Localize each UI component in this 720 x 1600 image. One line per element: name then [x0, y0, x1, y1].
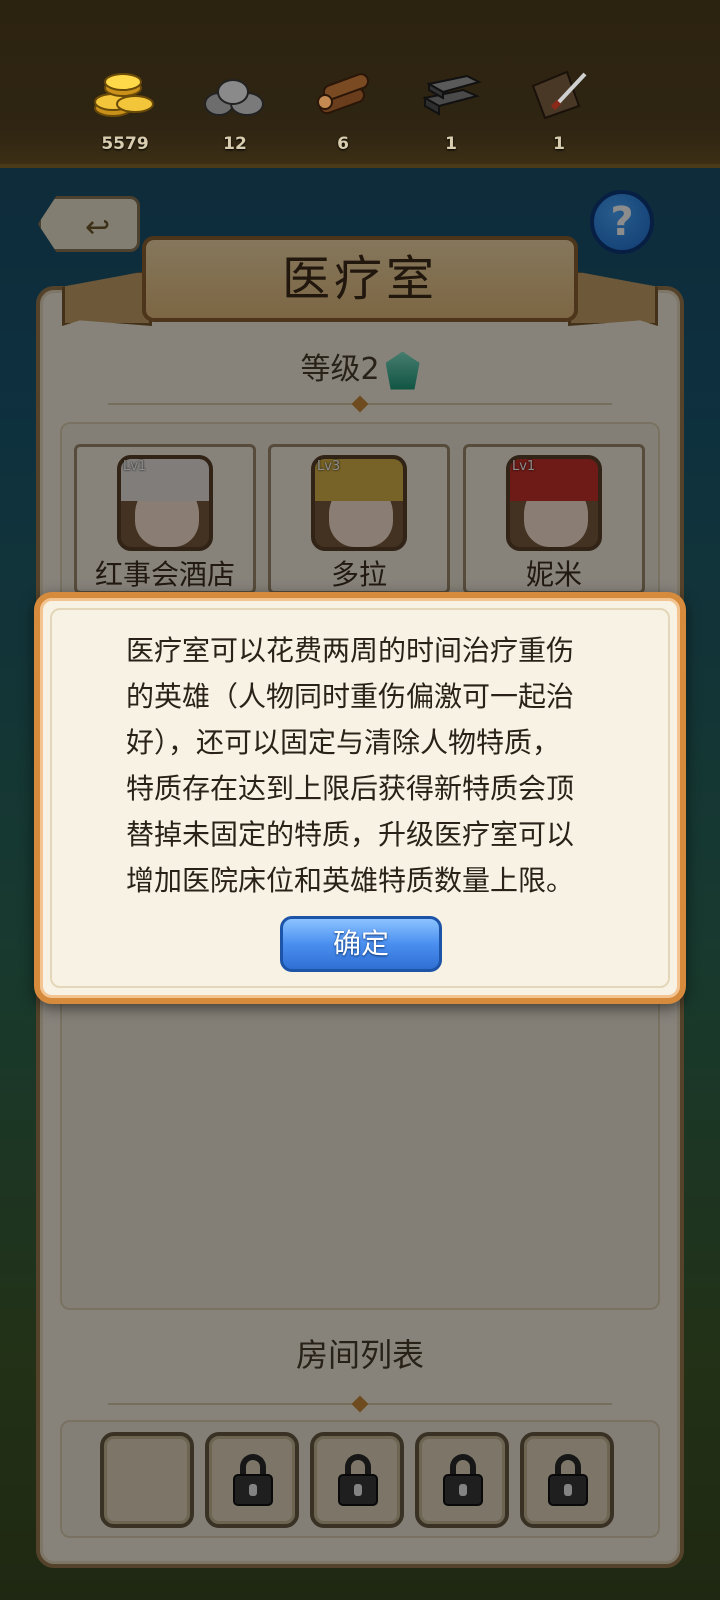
level-gem-icon	[385, 351, 420, 390]
room-slot-locked[interactable]	[520, 1432, 614, 1528]
iron-ingot-icon	[419, 64, 483, 120]
level-row: 等级2	[0, 344, 720, 390]
resource-iron: 1	[406, 64, 496, 154]
hero-name: 红事会酒店	[94, 558, 235, 591]
room-slot-locked[interactable]	[310, 1432, 404, 1528]
hero-level: Lv1	[123, 459, 147, 474]
resource-stone-value: 12	[223, 134, 247, 154]
resource-leather-value: 1	[553, 134, 565, 154]
stone-icon	[203, 64, 267, 120]
hero-name: 妮米	[525, 558, 582, 591]
resource-gold: 5579	[80, 64, 170, 154]
resource-leather: 1	[514, 64, 604, 154]
info-dialog: 医疗室可以花费两周的时间治疗重伤 的英雄（人物同时重伤偏激可一起治 好），还可以…	[34, 592, 686, 1004]
hero-level: Lv1	[512, 459, 536, 474]
dialog-message: 医疗室可以花费两周的时间治疗重伤 的英雄（人物同时重伤偏激可一起治 好），还可以…	[126, 634, 575, 897]
resource-bar: 5579 12 6 1 1	[0, 0, 720, 168]
resource-wood-value: 6	[337, 134, 349, 154]
banner-ribbon-right	[568, 270, 658, 326]
resource-gold-value: 5579	[101, 134, 149, 154]
resource-wood: 6	[298, 64, 388, 154]
lock-icon	[443, 1454, 483, 1506]
room-slot-empty[interactable]	[100, 1432, 194, 1528]
hero-card[interactable]: Lv1 红事会酒店	[74, 444, 256, 594]
room-slot-locked[interactable]	[415, 1432, 509, 1528]
lock-icon	[233, 1454, 273, 1506]
leather-knife-icon	[527, 64, 591, 120]
room-list-title: 房间列表	[295, 1336, 424, 1374]
hero-name: 多拉	[330, 558, 387, 591]
hero-card[interactable]: Lv3 多拉	[268, 444, 450, 594]
gold-coins-icon	[93, 64, 157, 120]
lock-icon	[548, 1454, 588, 1506]
confirm-button[interactable]: 确定	[280, 916, 442, 972]
hero-level: Lv3	[317, 459, 341, 474]
resource-stone: 12	[190, 64, 280, 154]
banner-ribbon-left	[62, 270, 152, 326]
room-slot-locked[interactable]	[205, 1432, 299, 1528]
page-title: 医疗室	[142, 236, 578, 322]
resource-iron-value: 1	[445, 134, 457, 154]
wood-logs-icon	[311, 64, 375, 120]
lock-icon	[338, 1454, 378, 1506]
title-banner: 医疗室	[62, 236, 658, 336]
level-label: 等级2	[300, 352, 380, 387]
hero-card[interactable]: Lv1 妮米	[463, 444, 645, 594]
